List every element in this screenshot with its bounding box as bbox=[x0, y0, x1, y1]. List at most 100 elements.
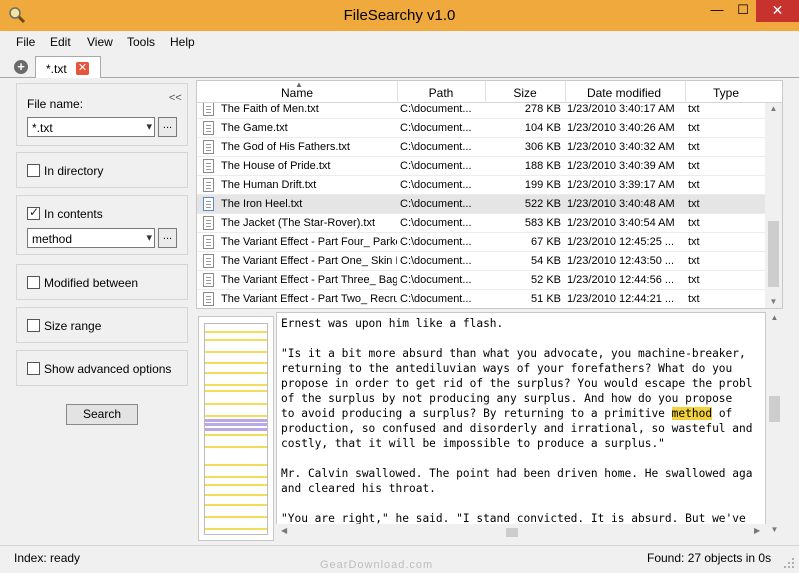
cell-path: C:\document... bbox=[400, 236, 472, 248]
cell-date: 1/23/2010 3:40:54 AM bbox=[567, 217, 675, 229]
contents-combo[interactable]: method ▾ bbox=[27, 228, 155, 248]
file-preview[interactable]: Ernest was upon him like a flash. "Is it… bbox=[276, 312, 766, 539]
title-bar: FileSearchy v1.0 — ☐ ✕ bbox=[0, 0, 799, 31]
chevron-down-icon[interactable]: ▾ bbox=[146, 120, 152, 133]
cell-path: C:\document... bbox=[400, 255, 472, 267]
grid-scroll-thumb[interactable] bbox=[768, 221, 779, 287]
file-name-group: File name: << *.txt ▾ ... bbox=[16, 83, 188, 146]
preview-line: Mr. Calvin swallowed. The point had been… bbox=[281, 467, 753, 480]
size-range-checkbox[interactable] bbox=[27, 319, 40, 332]
table-row[interactable]: The Variant Effect - Part One_ Skin E C:\… bbox=[197, 252, 767, 271]
minimap-match-marker bbox=[205, 476, 267, 478]
scroll-left-icon[interactable]: ◀ bbox=[281, 526, 287, 535]
text-file-icon bbox=[203, 140, 214, 154]
cell-size: 54 KB bbox=[531, 255, 561, 267]
cell-name: The Game.txt bbox=[221, 122, 288, 134]
menu-edit[interactable]: Edit bbox=[50, 35, 71, 49]
minimap-current-marker bbox=[205, 419, 267, 422]
search-button[interactable]: Search bbox=[66, 404, 138, 425]
column-header-name[interactable]: Name bbox=[197, 86, 397, 100]
preview-hscroll-thumb[interactable] bbox=[506, 528, 518, 537]
minimap-match-marker bbox=[205, 504, 267, 506]
in-directory-label[interactable]: In directory bbox=[44, 164, 103, 178]
preview-line bbox=[281, 451, 765, 466]
in-directory-checkbox[interactable] bbox=[27, 164, 40, 177]
preview-text[interactable]: Ernest was upon him like a flash. "Is it… bbox=[281, 316, 765, 526]
scroll-up-icon[interactable]: ▲ bbox=[765, 104, 782, 113]
preview-horizontal-scrollbar[interactable]: ◀ ▶ bbox=[276, 524, 766, 540]
preview-scroll-thumb[interactable] bbox=[769, 396, 780, 422]
tab-txt[interactable]: *.txt ✕ bbox=[35, 56, 101, 79]
column-header-type[interactable]: Type bbox=[685, 86, 767, 100]
table-row[interactable]: The Human Drift.txt C:\document... 199 KB 1… bbox=[197, 176, 767, 195]
menu-view[interactable]: View bbox=[87, 35, 113, 49]
in-contents-group: In contents method ▾ ... bbox=[16, 195, 188, 255]
cell-type: txt bbox=[688, 103, 700, 115]
minimap-track[interactable] bbox=[204, 323, 268, 535]
column-header-date[interactable]: Date modified bbox=[565, 86, 683, 100]
column-header-size[interactable]: Size bbox=[485, 86, 565, 100]
collapse-panel-icon[interactable]: << bbox=[169, 92, 182, 104]
cell-type: txt bbox=[688, 179, 700, 191]
minimap-current-marker bbox=[205, 423, 267, 426]
cell-date: 1/23/2010 3:40:39 AM bbox=[567, 160, 675, 172]
minimap-match-marker bbox=[205, 516, 267, 518]
text-file-icon bbox=[203, 292, 214, 306]
column-header-path[interactable]: Path bbox=[397, 86, 485, 100]
table-row[interactable]: The Variant Effect - Part Three_ Bag C:\d… bbox=[197, 271, 767, 290]
table-row[interactable]: The God of His Fathers.txt C:\document...… bbox=[197, 138, 767, 157]
preview-line bbox=[281, 331, 765, 346]
advanced-options-checkbox[interactable] bbox=[27, 362, 40, 375]
scroll-down-icon[interactable]: ▼ bbox=[766, 525, 783, 534]
cell-name: The Variant Effect - Part Three_ Bag bbox=[221, 274, 397, 286]
grid-vertical-scrollbar[interactable]: ▲ ▼ bbox=[765, 103, 782, 308]
menu-help[interactable]: Help bbox=[170, 35, 195, 49]
add-tab-icon[interactable]: + bbox=[14, 60, 28, 74]
minimap-match-marker bbox=[205, 434, 267, 436]
chevron-down-icon[interactable]: ▾ bbox=[146, 231, 152, 244]
cell-type: txt bbox=[688, 198, 700, 210]
cell-date: 1/23/2010 3:40:48 AM bbox=[567, 198, 675, 210]
tab-close-icon[interactable]: ✕ bbox=[76, 62, 89, 75]
size-range-label[interactable]: Size range bbox=[44, 319, 101, 333]
cell-path: C:\document... bbox=[400, 293, 472, 305]
modified-between-label[interactable]: Modified between bbox=[44, 276, 138, 290]
browse-contents-button[interactable]: ... bbox=[158, 228, 177, 248]
minimap-match-marker bbox=[205, 415, 267, 417]
cell-date: 1/23/2010 3:40:32 AM bbox=[567, 141, 675, 153]
match-minimap[interactable] bbox=[198, 316, 274, 541]
scroll-up-icon[interactable]: ▲ bbox=[766, 313, 783, 322]
table-row[interactable]: The Faith of Men.txt C:\document... 278 KB… bbox=[197, 103, 767, 119]
menu-file[interactable]: File bbox=[16, 35, 35, 49]
preview-line: production, so confused and disorderly a… bbox=[281, 422, 753, 435]
close-button[interactable]: ✕ bbox=[756, 0, 799, 22]
resize-grip-icon[interactable] bbox=[783, 557, 795, 569]
scroll-down-icon[interactable]: ▼ bbox=[765, 297, 782, 306]
match-highlight: method bbox=[671, 407, 713, 420]
table-row[interactable]: The House of Pride.txt C:\document... 188 … bbox=[197, 157, 767, 176]
minimap-match-marker bbox=[205, 331, 267, 333]
cell-type: txt bbox=[688, 236, 700, 248]
in-contents-checkbox[interactable] bbox=[27, 205, 40, 220]
table-row[interactable]: The Jacket (The Star-Rover).txt C:\docume… bbox=[197, 214, 767, 233]
preview-line: "Is it a bit more absurd than what you a… bbox=[281, 347, 746, 360]
scroll-right-icon[interactable]: ▶ bbox=[754, 526, 760, 535]
table-row[interactable]: The Game.txt C:\document... 104 KB 1/23/201… bbox=[197, 119, 767, 138]
table-row[interactable]: The Variant Effect - Part Four_ Parke C:\… bbox=[197, 233, 767, 252]
modified-between-checkbox[interactable] bbox=[27, 276, 40, 289]
browse-file-button[interactable]: ... bbox=[158, 117, 177, 137]
cell-name: The Faith of Men.txt bbox=[221, 103, 319, 115]
table-row[interactable]: The Iron Heel.txt C:\document... 522 KB 1/2… bbox=[197, 195, 767, 214]
preview-line: returning to the antediluvian ways of yo… bbox=[281, 362, 733, 375]
file-name-combo[interactable]: *.txt ▾ bbox=[27, 117, 155, 137]
minimize-button[interactable]: — bbox=[704, 0, 730, 22]
menu-tools[interactable]: Tools bbox=[127, 35, 155, 49]
text-file-icon bbox=[203, 254, 214, 268]
cell-type: txt bbox=[688, 141, 700, 153]
table-row[interactable]: The Variant Effect - Part Two_ Recru C:\d… bbox=[197, 290, 767, 308]
in-contents-label[interactable]: In contents bbox=[44, 207, 103, 221]
preview-vertical-scrollbar[interactable]: ▲ ▼ bbox=[766, 312, 783, 539]
minimap-current-marker bbox=[205, 428, 267, 431]
maximize-button[interactable]: ☐ bbox=[730, 0, 756, 22]
advanced-options-label[interactable]: Show advanced options bbox=[44, 362, 171, 376]
